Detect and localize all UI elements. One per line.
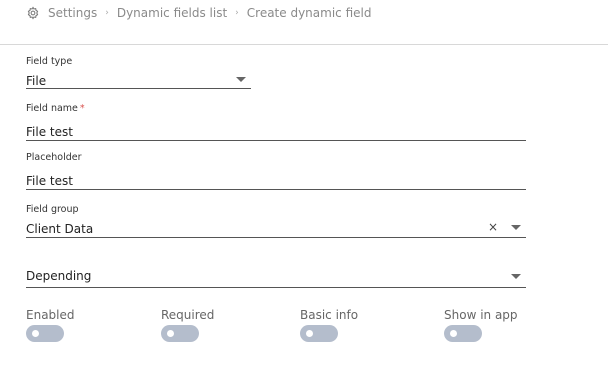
required-star: *: [79, 103, 85, 114]
toggle-knob: [32, 330, 39, 337]
basic-info-label: Basic info: [300, 308, 359, 322]
chevron-down-icon[interactable]: [511, 225, 521, 230]
chevron-right-icon: ›: [235, 8, 239, 18]
enabled-label: Enabled: [26, 308, 75, 322]
depending-value: Depending: [26, 269, 92, 283]
placeholder-label: Placeholder: [26, 152, 82, 163]
field-type-value: File: [26, 74, 47, 88]
clear-icon[interactable]: ×: [488, 221, 498, 233]
breadcrumb-settings-link[interactable]: Settings: [48, 6, 97, 20]
placeholder-input[interactable]: Placeholder File test: [26, 152, 526, 190]
field-name-input[interactable]: Field name * File test: [26, 103, 526, 141]
chevron-down-icon[interactable]: [511, 274, 521, 279]
show-in-app-label: Show in app: [444, 308, 518, 322]
header-divider: [0, 44, 608, 45]
toggle-knob: [306, 330, 313, 337]
show-in-app-toggle[interactable]: [444, 325, 482, 342]
field-type-label: Field type: [26, 56, 73, 67]
required-label: Required: [161, 308, 215, 322]
breadcrumb-current: Create dynamic field: [246, 6, 372, 20]
placeholder-value[interactable]: File test: [26, 173, 526, 189]
basic-info-toggle[interactable]: [300, 325, 338, 342]
field-group-underline: [26, 237, 526, 238]
enabled-toggle[interactable]: [26, 325, 64, 342]
field-name-value[interactable]: File test: [26, 124, 526, 140]
depending-underline: [26, 287, 526, 288]
required-toggle[interactable]: [161, 325, 199, 342]
depending-select[interactable]: Depending: [26, 268, 526, 288]
toggle-knob: [450, 330, 457, 337]
field-group-select[interactable]: Field group Client Data ×: [26, 204, 526, 238]
field-group-label: Field group: [26, 204, 79, 215]
field-name-underline: [26, 140, 526, 141]
breadcrumb-dynamic-fields-link[interactable]: Dynamic fields list: [117, 6, 227, 20]
field-type-select[interactable]: Field type File: [26, 56, 251, 89]
chevron-right-icon: ›: [105, 8, 109, 18]
field-type-underline: [26, 88, 251, 89]
gear-icon: [26, 6, 40, 20]
field-name-label: Field name *: [26, 103, 85, 114]
chevron-down-icon[interactable]: [236, 77, 246, 82]
toggle-knob: [167, 330, 174, 337]
placeholder-underline: [26, 189, 526, 190]
breadcrumb: Settings › Dynamic fields list › Create …: [26, 4, 371, 22]
field-group-value: Client Data: [26, 222, 94, 236]
